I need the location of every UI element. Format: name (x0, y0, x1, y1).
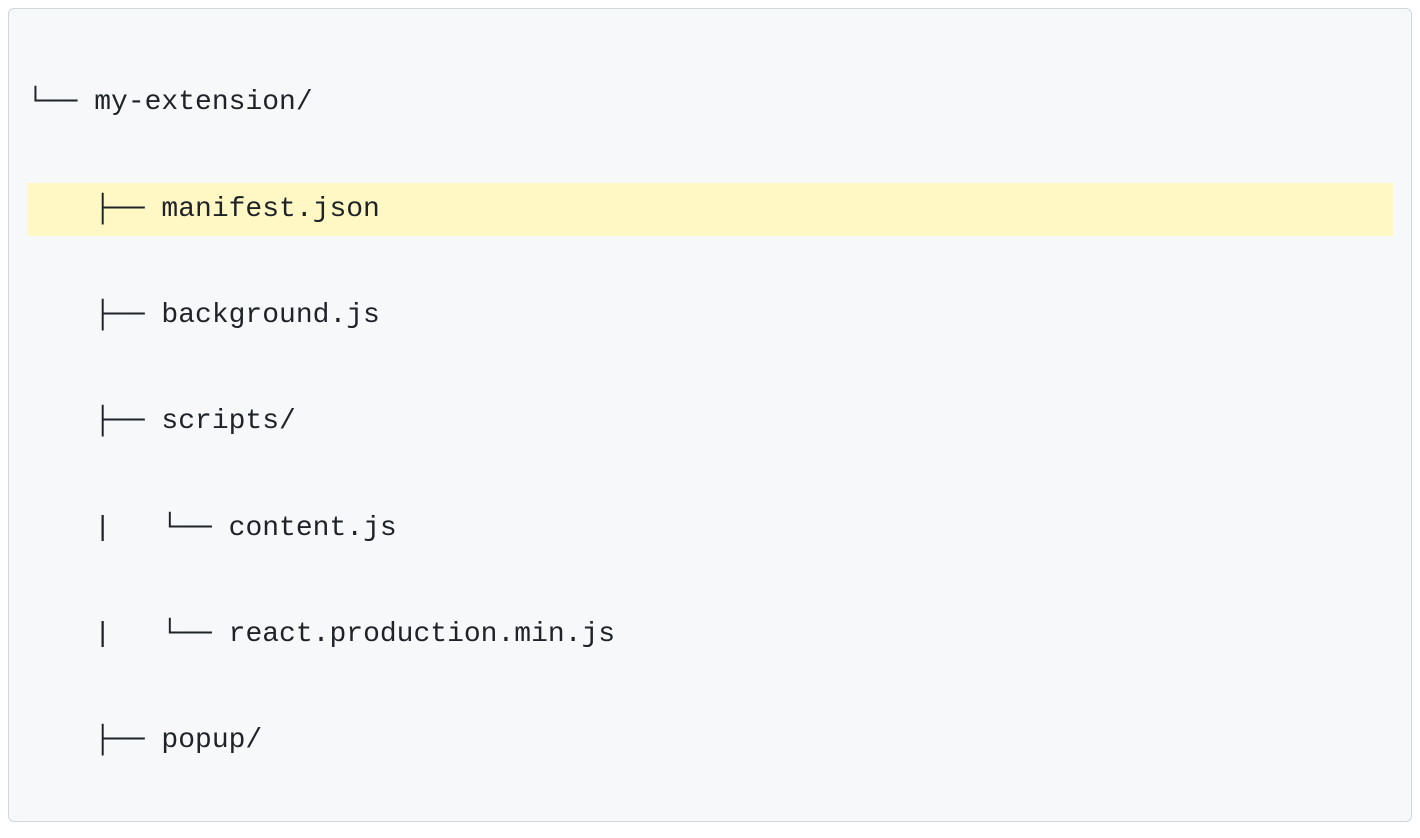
tree-node-name: popup/ (161, 725, 262, 756)
tree-node-name: my-extension/ (94, 87, 312, 118)
tree-node-name: react.production.min.js (229, 619, 615, 650)
tree-branch: ├── (27, 406, 161, 437)
tree-line: | └── content.js (27, 502, 1393, 555)
tree-line: └── my-extension/ (27, 76, 1393, 129)
tree-branch: ├── (27, 300, 161, 331)
tree-line: | └── react.production.min.js (27, 608, 1393, 661)
tree-branch: | └── (27, 619, 229, 650)
tree-branch: | └── (27, 513, 229, 544)
tree-line-highlighted: ├── manifest.json (27, 183, 1393, 236)
tree-line: ├── scripts/ (27, 395, 1393, 448)
tree-branch: ├── (27, 194, 161, 225)
tree-line: ├── background.js (27, 289, 1393, 342)
tree-node-name: content.js (229, 513, 397, 544)
tree-branch: ├── (27, 725, 161, 756)
file-tree-code-block: └── my-extension/ ├── manifest.json ├── … (8, 8, 1412, 822)
tree-line: | └── popup.html (27, 821, 1393, 822)
tree-branch: └── (27, 87, 94, 118)
tree-node-name: scripts/ (161, 406, 295, 437)
tree-line: ├── popup/ (27, 714, 1393, 767)
tree-node-name: background.js (161, 300, 379, 331)
tree-node-name: manifest.json (161, 194, 379, 225)
